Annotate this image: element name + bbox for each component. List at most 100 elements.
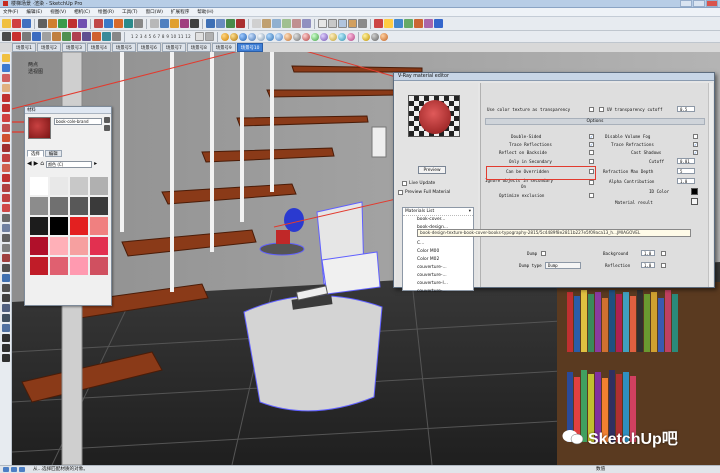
layer-number-strip[interactable]: 1 2 3 4 5 6 7 8 9 10 11 12 [131, 34, 191, 39]
geo-location-icon[interactable] [3, 467, 9, 472]
line-icon[interactable] [1, 104, 10, 112]
make-component-icon[interactable] [1, 64, 10, 72]
push-pull-icon[interactable] [94, 19, 103, 28]
color-swatch[interactable] [90, 217, 108, 235]
select-tool-icon[interactable] [2, 19, 11, 28]
eraser-icon[interactable] [1, 84, 10, 92]
text-icon[interactable] [1, 244, 10, 252]
vray-light-gen-icon[interactable] [361, 32, 370, 41]
scene-tab[interactable]: 场景号5 [111, 43, 136, 52]
follow-me-icon[interactable] [42, 32, 51, 41]
trim-icon[interactable] [92, 32, 101, 41]
minimize-button[interactable] [680, 0, 692, 7]
scene-tab[interactable]: 场景号8 [186, 43, 211, 52]
forward-arrow-icon[interactable]: ▶ [34, 161, 39, 167]
color-swatch[interactable] [50, 217, 68, 235]
vray-options-icon[interactable] [229, 32, 238, 41]
tab-edit[interactable]: 编辑 [44, 150, 62, 157]
pan-icon[interactable] [1, 284, 10, 292]
zoom-icon[interactable] [226, 19, 235, 28]
paint-bucket-icon[interactable] [22, 19, 31, 28]
tree-item[interactable]: couverture-... [403, 264, 473, 272]
pan-icon[interactable] [216, 19, 225, 28]
vray-frame-buffer-icon[interactable] [256, 32, 265, 41]
front-view-icon[interactable] [272, 19, 281, 28]
scene-tab[interactable]: 场景号6 [136, 43, 161, 52]
use-color-texture-checkbox[interactable] [589, 107, 594, 112]
preview-full-material-row[interactable]: Preview Full Material [398, 190, 450, 195]
color-swatch[interactable] [70, 197, 88, 215]
rectangle-icon[interactable] [1, 94, 10, 102]
color-swatch[interactable] [90, 197, 108, 215]
layer-hide-icon[interactable] [204, 32, 214, 41]
options-section[interactable]: Options [485, 118, 705, 125]
scale-tool-icon[interactable] [124, 19, 133, 28]
scene-tab[interactable]: 场景号7 [161, 43, 186, 52]
shaded-icon[interactable] [338, 19, 347, 28]
dropdown-icon[interactable]: ▾ [469, 209, 471, 214]
reflection-value[interactable]: 1.0 [641, 262, 655, 268]
outer-shell-icon[interactable] [112, 32, 121, 41]
vray-proxy-icon[interactable] [337, 32, 346, 41]
color-swatch[interactable] [70, 237, 88, 255]
credits-icon[interactable] [11, 467, 17, 472]
vray-mesh-light-icon[interactable] [319, 32, 328, 41]
wireframe-icon[interactable] [328, 19, 337, 28]
iso-view-icon[interactable] [252, 19, 261, 28]
menu-file[interactable]: 文件(F) [3, 9, 18, 15]
tree-item[interactable]: Color M00 [403, 248, 473, 256]
circle-tool-icon[interactable] [68, 19, 77, 28]
intersect-icon[interactable] [52, 32, 61, 41]
color-swatch[interactable] [30, 257, 48, 275]
arc-tool-icon[interactable] [48, 19, 57, 28]
layers-icon[interactable] [424, 19, 433, 28]
extension-icon[interactable] [414, 19, 423, 28]
optimize-exclusion-checkbox[interactable] [589, 193, 594, 198]
color-swatch[interactable] [50, 257, 68, 275]
select-icon[interactable] [1, 54, 10, 62]
tree-item[interactable]: C... [403, 240, 473, 248]
live-update-row[interactable]: Live Update [402, 181, 435, 186]
home-icon[interactable]: ⌂ [40, 161, 44, 167]
vray-help-icon[interactable] [370, 32, 379, 41]
preview-button[interactable]: Preview [418, 166, 446, 174]
polygon-tool-icon[interactable] [78, 19, 87, 28]
line-tool-icon[interactable] [38, 19, 47, 28]
dump-type-dropdown[interactable]: Dump [545, 262, 581, 269]
color-swatch[interactable] [70, 217, 88, 235]
id-color-swatch[interactable] [691, 188, 698, 195]
vray-infinite-plane-icon[interactable] [328, 32, 337, 41]
follow-me-icon[interactable] [1, 184, 10, 192]
vray-render-icon[interactable] [238, 32, 247, 41]
vray-rect-light-icon[interactable] [274, 32, 283, 41]
rotate-tool-icon[interactable] [114, 19, 123, 28]
text-tool-icon[interactable] [170, 19, 179, 28]
dimension-icon[interactable] [160, 19, 169, 28]
scene-tab[interactable]: 场景号2 [36, 43, 61, 52]
3d-text-icon[interactable] [1, 264, 10, 272]
back-view-icon[interactable] [292, 19, 301, 28]
section-plane-icon[interactable] [374, 19, 383, 28]
maximize-button[interactable] [693, 0, 705, 7]
background-checkbox[interactable] [661, 251, 666, 256]
freehand-icon[interactable] [1, 144, 10, 152]
trace-refractions-checkbox[interactable] [693, 142, 698, 147]
solid-tools-icon[interactable] [62, 32, 71, 41]
color-swatch[interactable] [70, 257, 88, 275]
library-combo[interactable]: 颜色 (C) [46, 160, 93, 168]
only-in-secondary-checkbox[interactable] [589, 159, 594, 164]
cast-shadows-checkbox[interactable] [693, 150, 698, 155]
zoom-window-icon[interactable] [1, 304, 10, 312]
menu-camera[interactable]: 相机(C) [74, 9, 90, 15]
warehouse-icon[interactable] [404, 19, 413, 28]
eraser-icon[interactable] [12, 19, 21, 28]
push-pull-icon[interactable] [1, 164, 10, 172]
user-icon[interactable] [19, 467, 25, 472]
cutoff-value[interactable]: 0.01 [677, 158, 695, 164]
shadow-icon[interactable] [12, 32, 21, 41]
move-tool-icon[interactable] [104, 19, 113, 28]
zoom-extents-icon[interactable] [236, 19, 245, 28]
create-material-icon[interactable] [104, 125, 110, 131]
orbit-icon[interactable] [1, 274, 10, 282]
axes-icon[interactable] [1, 254, 10, 262]
